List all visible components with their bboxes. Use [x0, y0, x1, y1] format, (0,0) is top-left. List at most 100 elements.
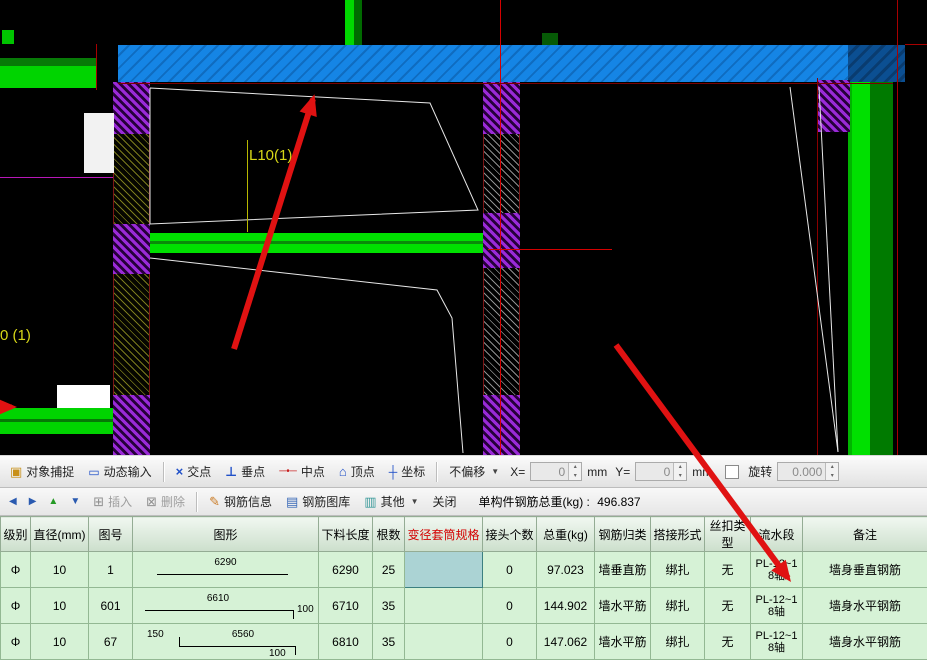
x-spinner[interactable]: ▴ ▾ [568, 463, 581, 480]
shape-straight: 6290 [133, 552, 318, 587]
cell-weight[interactable]: 144.902 [537, 588, 595, 624]
rebar-info-label: 钢筋信息 [224, 493, 272, 510]
x-input[interactable]: 0 ▴ ▾ [530, 462, 582, 481]
cell-weight[interactable]: 147.062 [537, 624, 595, 660]
cell-shape[interactable]: 6610 100 [133, 588, 319, 624]
coordinate-label: 坐标 [401, 463, 425, 480]
perpendicular-snap-button[interactable]: ⊥ 垂点 [219, 460, 271, 483]
vertex-snap-button[interactable]: ⌂ 顶点 [333, 460, 381, 483]
cell-level[interactable]: Φ [1, 624, 31, 660]
cell-length[interactable]: 6810 [319, 624, 373, 660]
dynamic-input-button[interactable]: ▭ 动态输入 [82, 460, 157, 483]
cell-flow[interactable]: PL-12~1 8轴 [751, 624, 803, 660]
close-button[interactable]: 关闭 [427, 490, 463, 513]
cell-fig-no[interactable]: 601 [89, 588, 133, 624]
y-input[interactable]: 0 ▴ ▾ [635, 462, 687, 481]
toolbar-separator [196, 492, 198, 512]
other-label: 其他 [381, 493, 405, 510]
delete-row-button[interactable]: ⊠ 删除 [140, 490, 191, 513]
cell-lap[interactable]: 绑扎 [651, 624, 705, 660]
rebar-info-button[interactable]: ✎ 钢筋信息 [203, 490, 278, 513]
cell-shape[interactable]: 150 6560 100 [133, 624, 319, 660]
cell-count[interactable]: 35 [373, 624, 405, 660]
cell-lap[interactable]: 绑扎 [651, 552, 705, 588]
rebar-library-button[interactable]: ▤ 钢筋图库 [280, 490, 356, 513]
cell-fig-no[interactable]: 1 [89, 552, 133, 588]
coordinate-snap-button[interactable]: ┼ 坐标 [383, 460, 432, 483]
offset-mode-dropdown[interactable]: 不偏移 ▼ [443, 460, 505, 483]
spin-down-icon[interactable]: ▾ [826, 472, 838, 481]
col-level: 级别 [1, 517, 31, 552]
cell-diameter[interactable]: 10 [31, 588, 89, 624]
rebar-label-l10[interactable]: L10(1) [249, 147, 292, 164]
cell-category[interactable]: 墙水平筋 [595, 588, 651, 624]
cell-length[interactable]: 6710 [319, 588, 373, 624]
insert-row-button[interactable]: ⊞ 插入 [87, 490, 138, 513]
cell-joints[interactable]: 0 [483, 588, 537, 624]
cell-remark[interactable]: 墙身水平钢筋 [803, 588, 927, 624]
cell-remark[interactable]: 墙身水平钢筋 [803, 624, 927, 660]
cell-sleeve[interactable] [405, 588, 483, 624]
midpoint-snap-button[interactable]: ─•─ 中点 [273, 460, 331, 483]
col-thread: 丝扣类型 [705, 517, 751, 552]
perpendicular-label: 垂点 [241, 463, 265, 480]
nav-first-button[interactable]: ◀ [4, 494, 22, 510]
cell-remark[interactable]: 墙身垂直钢筋 [803, 552, 927, 588]
vertex-label: 顶点 [351, 463, 375, 480]
cell-level[interactable]: Φ [1, 552, 31, 588]
rotate-spinner[interactable]: ▴ ▾ [825, 463, 838, 480]
x-label: X= [510, 465, 525, 479]
col-flow: 流水段 [751, 517, 803, 552]
cell-sleeve[interactable] [405, 624, 483, 660]
rotate-input[interactable]: 0.000 ▴ ▾ [777, 462, 839, 481]
spin-up-icon[interactable]: ▴ [826, 463, 838, 472]
cell-length[interactable]: 6290 [319, 552, 373, 588]
nav-last-button[interactable]: ▶ [24, 494, 42, 510]
cell-thread[interactable]: 无 [705, 588, 751, 624]
cell-flow[interactable]: PL-12~1 8轴 [751, 552, 803, 588]
cell-thread[interactable]: 无 [705, 624, 751, 660]
cell-lap[interactable]: 绑扎 [651, 588, 705, 624]
object-snap-label: 对象捕捉 [26, 463, 74, 480]
other-dropdown-button[interactable]: ▥ 其他 ▼ [358, 490, 424, 513]
shape-hook-right: 6610 100 [133, 588, 318, 623]
nav-down-button[interactable]: ▼ [65, 494, 85, 510]
cell-category[interactable]: 墙垂直筋 [595, 552, 651, 588]
cell-count[interactable]: 25 [373, 552, 405, 588]
cell-category[interactable]: 墙水平筋 [595, 624, 651, 660]
cell-diameter[interactable]: 10 [31, 624, 89, 660]
cell-count[interactable]: 35 [373, 588, 405, 624]
pencil-icon: ✎ [209, 495, 220, 508]
cell-fig-no[interactable]: 67 [89, 624, 133, 660]
rotate-checkbox[interactable] [725, 465, 739, 479]
rebar-label-partial[interactable]: 0 (1) [0, 327, 31, 344]
y-label: Y= [615, 465, 630, 479]
cad-canvas[interactable]: L10(1) 0 (1) [0, 0, 927, 455]
cell-joints[interactable]: 0 [483, 552, 537, 588]
spin-down-icon[interactable]: ▾ [569, 472, 581, 481]
coordinate-icon: ┼ [389, 466, 398, 478]
y-spinner[interactable]: ▴ ▾ [673, 463, 686, 480]
cell-flow[interactable]: PL-12~1 8轴 [751, 588, 803, 624]
col-count: 根数 [373, 517, 405, 552]
spin-up-icon[interactable]: ▴ [569, 463, 581, 472]
nav-up-icon: ▲ [48, 497, 58, 507]
cell-shape[interactable]: 6290 [133, 552, 319, 588]
cell-level[interactable]: Φ [1, 588, 31, 624]
selected-cell[interactable] [405, 552, 483, 588]
chevron-down-icon: ▼ [411, 498, 419, 506]
mm-label: mm [692, 465, 712, 479]
object-snap-button[interactable]: ▣ 对象捕捉 [4, 460, 80, 483]
snap-toolbar: ▣ 对象捕捉 ▭ 动态输入 × 交点 ⊥ 垂点 ─•─ 中点 ⌂ 顶点 ┼ 坐标 [0, 455, 927, 488]
spin-down-icon[interactable]: ▾ [674, 472, 686, 481]
intersection-snap-button[interactable]: × 交点 [170, 460, 218, 483]
cell-joints[interactable]: 0 [483, 624, 537, 660]
nav-up-button[interactable]: ▲ [43, 494, 63, 510]
offset-mode-value: 不偏移 [449, 463, 485, 480]
spin-up-icon[interactable]: ▴ [674, 463, 686, 472]
cell-weight[interactable]: 97.023 [537, 552, 595, 588]
cell-thread[interactable]: 无 [705, 552, 751, 588]
cell-diameter[interactable]: 10 [31, 552, 89, 588]
delete-label: 删除 [161, 493, 185, 510]
shape-line [157, 574, 288, 575]
